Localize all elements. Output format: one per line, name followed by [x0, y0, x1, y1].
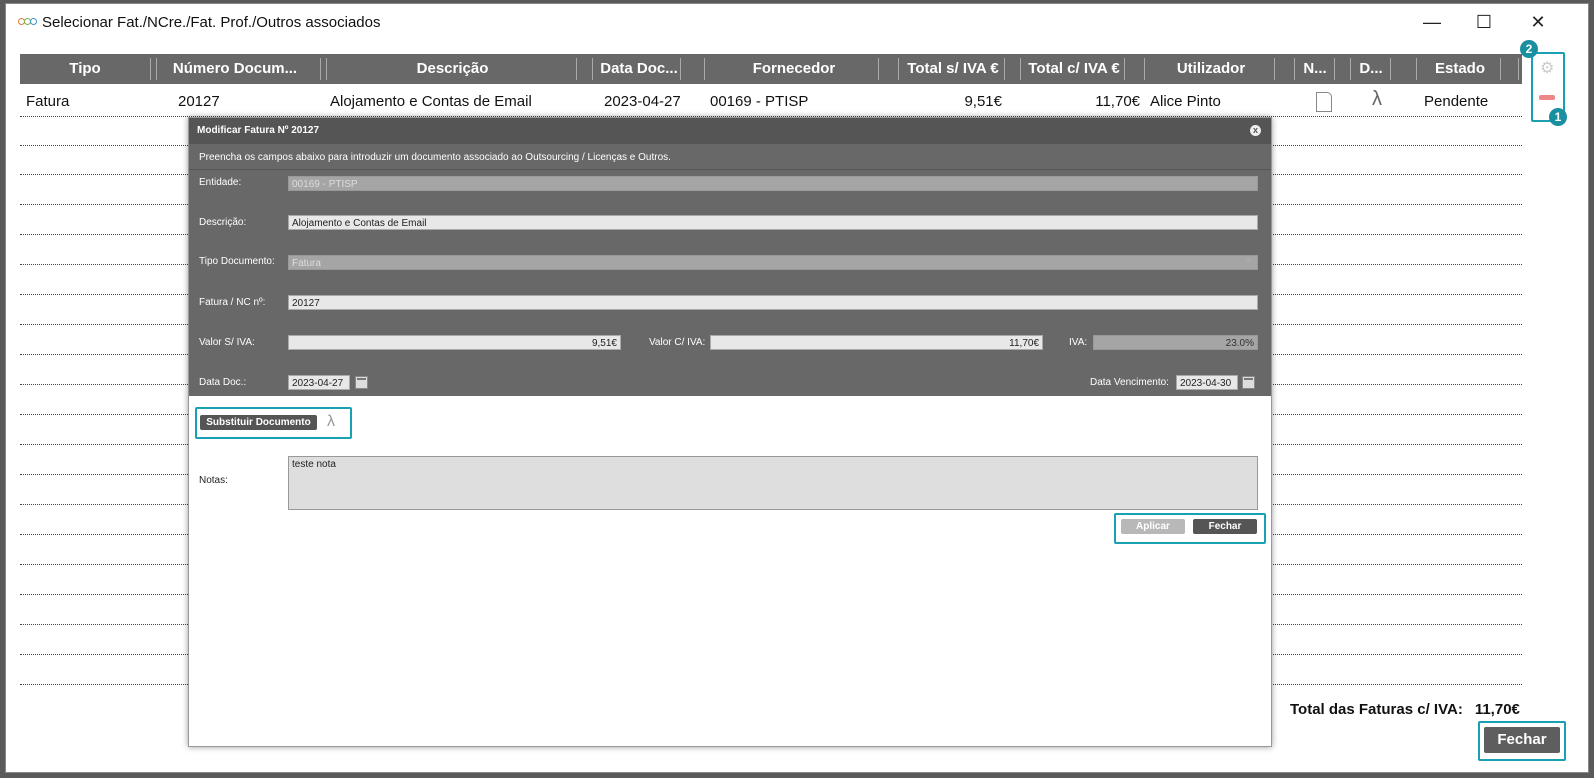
iva-field: 23.0%: [1093, 335, 1258, 350]
table-row[interactable]: Fatura 20127 Alojamento e Contas de Emai…: [20, 86, 1522, 116]
maximize-icon[interactable]: ☐: [1472, 10, 1496, 34]
column-header-numero[interactable]: Número Docum...: [170, 54, 300, 84]
valor-s-iva-input[interactable]: 9,51€: [288, 335, 621, 350]
fatura-nc-input[interactable]: 20127: [288, 295, 1258, 310]
calendar-icon[interactable]: [355, 376, 368, 389]
cell-descricao: Alojamento e Contas de Email: [330, 93, 532, 110]
cell-total-c-iva: 11,70€: [1095, 93, 1140, 110]
close-window-button[interactable]: Fechar: [1484, 727, 1560, 753]
totals-value: 11,70€: [1474, 701, 1520, 718]
column-header-data[interactable]: Data Doc...: [598, 54, 680, 84]
step-badge-2: 2: [1520, 40, 1538, 58]
column-header-utilizador[interactable]: Utilizador: [1148, 54, 1274, 84]
title-bar: Selecionar Fat./NCre./Fat. Prof./Outros …: [6, 4, 1588, 40]
column-header-estado[interactable]: Estado: [1420, 54, 1500, 84]
app-logo-icon: [18, 16, 38, 28]
data-vencimento-input[interactable]: 2023-04-30: [1176, 375, 1238, 390]
dialog-close-icon[interactable]: x: [1250, 125, 1261, 136]
replace-document-button[interactable]: Substituir Documento: [200, 415, 317, 430]
iva-label: IVA:: [1069, 337, 1088, 348]
column-header-tipo[interactable]: Tipo: [20, 54, 150, 84]
cell-data: 2023-04-27: [604, 93, 681, 110]
valor-c-iva-input[interactable]: 11,70€: [710, 335, 1043, 350]
cell-estado: Pendente: [1424, 93, 1489, 110]
column-header-fornecedor[interactable]: Fornecedor: [710, 54, 878, 84]
descricao-label: Descrição:: [199, 217, 247, 228]
column-header-documento[interactable]: D...: [1354, 54, 1388, 84]
data-doc-input[interactable]: 2023-04-27: [288, 375, 350, 390]
edit-invoice-dialog: Modificar Fatura Nº 20127 x Preencha os …: [188, 117, 1272, 747]
cell-utilizador: Alice Pinto: [1150, 93, 1221, 110]
cell-fornecedor: 00169 - PTISP: [710, 93, 809, 110]
column-header-descricao[interactable]: Descrição: [330, 54, 575, 84]
notas-label: Notas:: [199, 475, 228, 486]
close-icon[interactable]: ✕: [1526, 10, 1550, 34]
valor-c-iva-label: Valor C/ IVA:: [649, 337, 706, 348]
valor-s-iva-label: Valor S/ IVA:: [199, 337, 255, 348]
dialog-form: Preencha os campos abaixo para introduzi…: [189, 144, 1271, 396]
tipo-documento-select[interactable]: Fatura: [288, 255, 1258, 270]
cell-numero: 20127: [178, 93, 220, 110]
fatura-nc-label: Fatura / NC nº:: [199, 297, 266, 308]
descricao-input[interactable]: Alojamento e Contas de Email: [288, 215, 1258, 230]
data-doc-label: Data Doc.:: [199, 377, 247, 388]
cell-total-s-iva: 9,51€: [964, 93, 1002, 110]
totals-label: Total das Faturas c/ IVA:: [1290, 701, 1463, 718]
column-header-total-s-iva[interactable]: Total s/ IVA €: [902, 54, 1004, 84]
pdf-icon[interactable]: λ: [1372, 88, 1382, 111]
minimize-icon[interactable]: —: [1420, 10, 1444, 34]
step-badge-1: 1: [1549, 108, 1567, 126]
chevron-down-icon[interactable]: ▼: [1244, 256, 1253, 266]
table-header: Tipo Número Docum... Descrição Data Doc.…: [20, 54, 1522, 84]
apply-button[interactable]: Aplicar: [1121, 519, 1185, 534]
dialog-intro: Preencha os campos abaixo para introduzi…: [199, 152, 671, 163]
cell-tipo: Fatura: [26, 93, 70, 110]
calendar-icon[interactable]: [1242, 376, 1255, 389]
dialog-title: Modificar Fatura Nº 20127: [189, 118, 1271, 144]
data-vencimento-label: Data Vencimento:: [1090, 377, 1169, 388]
column-header-total-c-iva[interactable]: Total c/ IVA €: [1024, 54, 1124, 84]
entidade-label: Entidade:: [199, 177, 242, 188]
entidade-field: 00169 - PTISP: [288, 176, 1258, 191]
remove-icon[interactable]: [1539, 95, 1555, 100]
totals-summary: Total das Faturas c/ IVA: 11,70€: [1290, 701, 1532, 718]
dialog-close-button[interactable]: Fechar: [1193, 519, 1257, 534]
column-header-notas[interactable]: N...: [1298, 54, 1332, 84]
gear-icon[interactable]: ⚙: [1540, 58, 1554, 78]
notas-textarea[interactable]: teste nota: [288, 456, 1258, 510]
window-title: Selecionar Fat./NCre./Fat. Prof./Outros …: [42, 14, 381, 31]
note-document-icon[interactable]: [1316, 92, 1332, 112]
tipo-documento-label: Tipo Documento:: [199, 256, 275, 267]
pdf-icon[interactable]: λ: [327, 413, 335, 431]
